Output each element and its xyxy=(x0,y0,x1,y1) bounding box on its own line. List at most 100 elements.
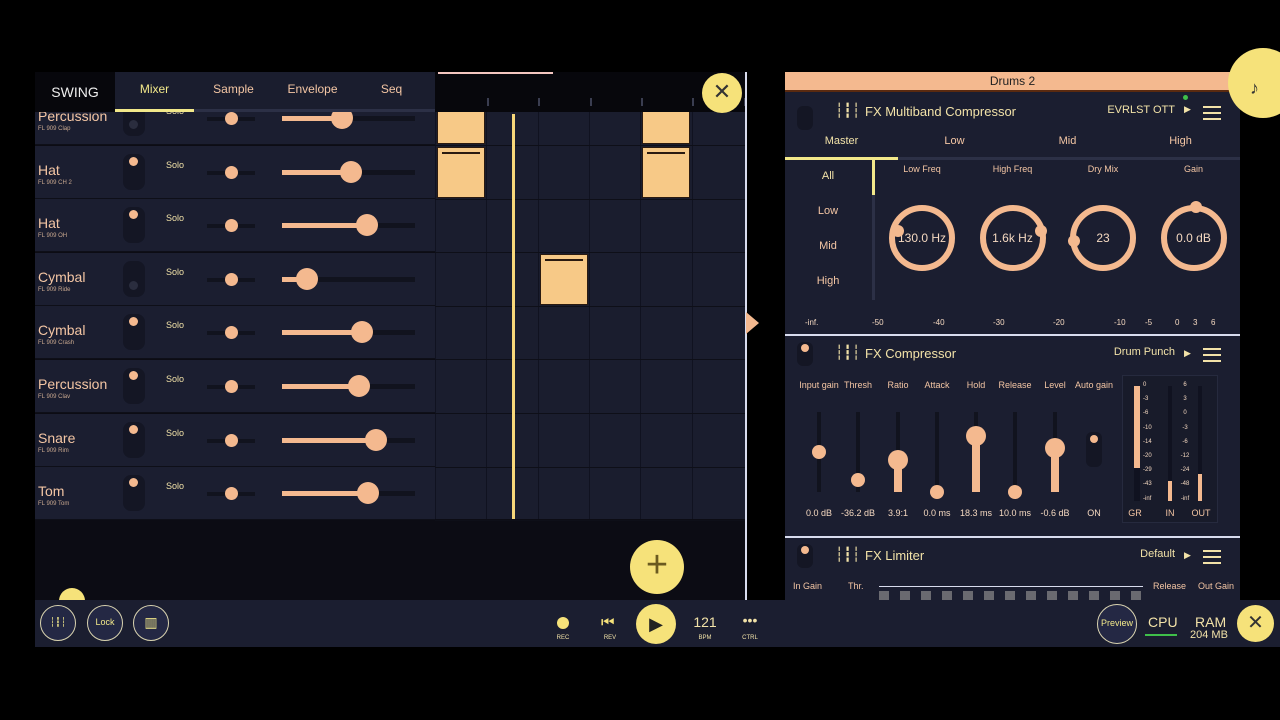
compressor-menu-icon[interactable] xyxy=(1203,348,1221,362)
slider-knob[interactable] xyxy=(1008,485,1022,499)
param-slider[interactable] xyxy=(851,412,865,492)
band-select-high[interactable]: High xyxy=(785,275,871,287)
knob-dry-mix[interactable]: 23 xyxy=(1068,205,1136,271)
close-sequencer-button[interactable]: ✕ xyxy=(702,73,742,113)
preview-button[interactable]: Preview xyxy=(1097,604,1137,644)
bpm-value[interactable]: 121 xyxy=(690,614,720,630)
volume-slider[interactable] xyxy=(282,267,415,290)
volume-knob[interactable] xyxy=(340,160,363,183)
step-note[interactable] xyxy=(437,146,485,198)
band-scrollbar[interactable] xyxy=(872,160,875,300)
limiter-menu-icon[interactable] xyxy=(1203,550,1221,564)
volume-knob[interactable] xyxy=(357,482,380,505)
pan-slider[interactable] xyxy=(207,219,255,233)
compressor-bypass-toggle[interactable] xyxy=(797,342,813,366)
limiter-preset[interactable]: Default xyxy=(1085,548,1175,560)
channel-row[interactable]: Percussion FL 909 Clav Solo xyxy=(35,360,435,413)
collapse-arrow-icon[interactable] xyxy=(746,312,759,334)
band-select-all[interactable]: All xyxy=(785,170,871,182)
mute-toggle[interactable] xyxy=(123,260,145,297)
channel-row[interactable]: Cymbal FL 909 Crash Solo xyxy=(35,306,435,360)
pan-slider[interactable] xyxy=(207,326,255,340)
band-tab-low[interactable]: Low xyxy=(898,135,1011,147)
slider-knob[interactable] xyxy=(930,485,944,499)
panel-divider[interactable] xyxy=(745,72,747,600)
volume-slider[interactable] xyxy=(282,214,415,237)
mute-toggle[interactable] xyxy=(123,475,145,512)
channel-name[interactable]: Percussion xyxy=(38,376,107,392)
solo-button[interactable]: Solo xyxy=(166,213,184,223)
param-slider[interactable] xyxy=(888,412,908,492)
channel-row[interactable]: Snare FL 909 Rim Solo xyxy=(35,413,435,467)
param-slider[interactable] xyxy=(966,412,986,492)
rewind-button[interactable]: ⏮ xyxy=(601,614,615,631)
pan-knob[interactable] xyxy=(225,326,238,340)
solo-button[interactable]: Solo xyxy=(166,320,184,330)
limiter-bypass-toggle[interactable] xyxy=(797,544,813,568)
channel-row[interactable]: Cymbal FL 909 Ride Solo xyxy=(35,252,435,306)
lock-button[interactable]: Lock xyxy=(87,605,123,641)
slider-knob[interactable] xyxy=(1045,438,1065,458)
solo-button[interactable]: Solo xyxy=(166,160,184,170)
volume-knob[interactable] xyxy=(356,214,379,237)
slider-knob[interactable] xyxy=(966,426,986,446)
param-slider[interactable] xyxy=(1008,412,1022,499)
pan-slider[interactable] xyxy=(207,487,255,501)
pan-knob[interactable] xyxy=(225,380,238,393)
pan-slider[interactable] xyxy=(207,112,255,125)
solo-button[interactable]: Solo xyxy=(166,428,184,438)
pan-slider[interactable] xyxy=(207,380,255,393)
param-slider[interactable] xyxy=(812,412,826,492)
pan-knob[interactable] xyxy=(225,272,238,286)
band-tab-master[interactable]: Master xyxy=(785,135,898,147)
knob-gain[interactable]: 0.0 dB xyxy=(1160,201,1227,271)
volume-knob[interactable] xyxy=(348,375,371,397)
channel-name[interactable]: Tom xyxy=(38,483,64,499)
step-note[interactable] xyxy=(642,146,691,198)
volume-slider[interactable] xyxy=(282,482,415,505)
compressor-preset[interactable]: Drum Punch xyxy=(1085,346,1175,358)
mute-toggle[interactable] xyxy=(123,207,145,244)
volume-knob[interactable] xyxy=(365,428,388,451)
volume-slider[interactable] xyxy=(282,160,415,183)
record-button[interactable] xyxy=(557,617,569,629)
slider-knob[interactable] xyxy=(851,473,865,487)
channel-row[interactable]: Hat FL 909 OH Solo xyxy=(35,199,435,253)
step-sequencer-grid[interactable] xyxy=(435,72,745,522)
playhead[interactable] xyxy=(512,114,515,519)
channel-name[interactable]: Hat xyxy=(38,215,60,231)
mixer-button[interactable]: ┆┇┆ xyxy=(40,605,76,641)
pan-slider[interactable] xyxy=(207,433,255,447)
channel-row[interactable]: Tom FL 909 Tom Solo xyxy=(35,467,435,521)
piano-button[interactable]: ▥ xyxy=(133,605,169,641)
channel-name[interactable]: Snare xyxy=(38,430,75,446)
mute-toggle[interactable] xyxy=(123,368,145,404)
band-tab-mid[interactable]: Mid xyxy=(1011,135,1124,147)
solo-button[interactable]: Solo xyxy=(166,374,184,384)
channel-row[interactable]: Hat FL 909 CH 2 Solo xyxy=(35,145,435,199)
tab-mixer[interactable]: Mixer xyxy=(115,72,194,112)
volume-slider[interactable] xyxy=(282,375,415,397)
pan-knob[interactable] xyxy=(225,112,238,125)
param-slider[interactable] xyxy=(1045,412,1065,492)
tab-sample[interactable]: Sample xyxy=(194,72,273,112)
mute-toggle[interactable] xyxy=(123,153,145,190)
volume-slider[interactable] xyxy=(282,321,415,344)
play-button[interactable]: ▶ xyxy=(636,604,676,644)
volume-slider[interactable] xyxy=(282,428,415,451)
pan-slider[interactable] xyxy=(207,272,255,286)
preset-next-icon[interactable]: ▶ xyxy=(1184,348,1191,359)
volume-knob[interactable] xyxy=(296,267,319,290)
param-slider[interactable] xyxy=(930,412,944,499)
more-icon[interactable]: ••• xyxy=(735,612,765,628)
timeline-ruler[interactable] xyxy=(435,72,745,112)
scroll-handle[interactable] xyxy=(59,588,85,600)
pan-slider[interactable] xyxy=(207,165,255,179)
tab-seq[interactable]: Seq xyxy=(352,72,431,112)
knob-low-freq[interactable]: 130.0 Hz xyxy=(889,205,955,271)
tab-envelope[interactable]: Envelope xyxy=(273,72,352,112)
step-note[interactable] xyxy=(539,253,588,305)
mute-toggle[interactable] xyxy=(123,421,145,458)
preset-next-icon[interactable]: ▶ xyxy=(1184,104,1191,115)
mute-toggle[interactable] xyxy=(123,314,145,351)
